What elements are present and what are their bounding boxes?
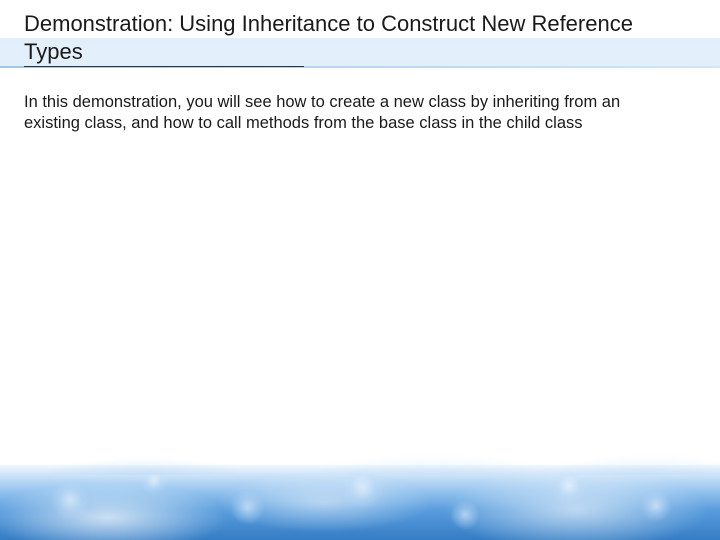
footer-decorative-band [0, 465, 720, 540]
slide-container: Demonstration: Using Inheritance to Cons… [0, 0, 720, 540]
bokeh-circle [140, 467, 168, 495]
bokeh-circle [450, 500, 480, 530]
bokeh-circle [50, 480, 90, 520]
bokeh-circle [230, 490, 265, 525]
slide-title: Demonstration: Using Inheritance to Cons… [24, 10, 696, 65]
bokeh-circle [640, 490, 672, 522]
title-underline [24, 66, 304, 67]
bokeh-circle [550, 467, 588, 505]
bokeh-circle [340, 465, 385, 510]
slide-body-text: In this demonstration, you will see how … [24, 92, 660, 135]
